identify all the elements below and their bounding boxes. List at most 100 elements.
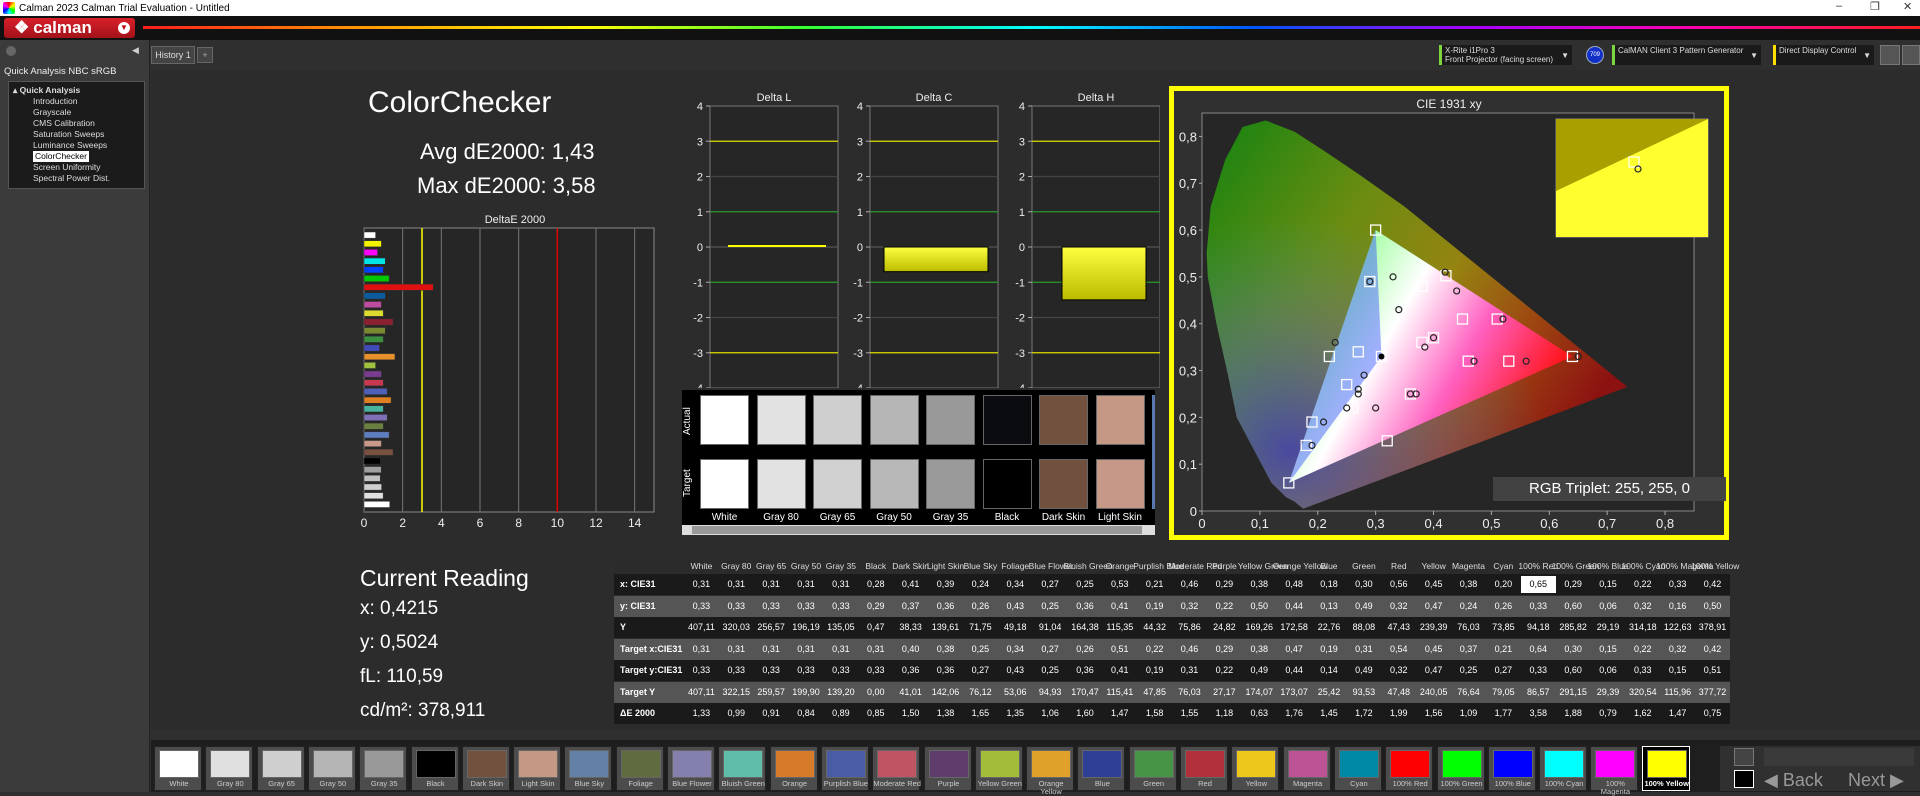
target-swatch bbox=[982, 459, 1032, 509]
table-cell: 86,57 bbox=[1526, 686, 1550, 697]
table-cell: 0,26 bbox=[1076, 643, 1094, 654]
footer-swatch-light-skin[interactable]: Light Skin bbox=[513, 746, 562, 791]
chart-title: DeltaE 2000 bbox=[485, 214, 546, 226]
table-cell: 1,09 bbox=[1459, 708, 1478, 718]
footer-swatch-foliage[interactable]: Foliage bbox=[615, 746, 664, 791]
footer-swatch-blue[interactable]: Blue bbox=[1077, 746, 1126, 791]
table-cell: 1,77 bbox=[1494, 708, 1513, 718]
tree-item[interactable]: Grayscale bbox=[9, 107, 144, 118]
footer-swatch-yellow[interactable]: Yellow bbox=[1231, 746, 1280, 791]
tree-item-label: Luminance Sweeps bbox=[33, 140, 108, 150]
tree-item[interactable]: Introduction bbox=[9, 96, 144, 107]
tree-items: Introduction Grayscale CMS Calibration Satu… bbox=[9, 96, 144, 183]
x-tick-label: 10 bbox=[551, 516, 565, 530]
table-cell: 407,11 bbox=[688, 622, 715, 632]
generator-selector[interactable]: CalMAN Client 3 Pattern Generator ▼ bbox=[1612, 45, 1761, 65]
record-icon[interactable] bbox=[1734, 770, 1754, 788]
footer-swatch-purplish-blue[interactable]: Purplish Blue bbox=[820, 746, 869, 791]
footer-swatch-gray-35[interactable]: Gray 35 bbox=[359, 746, 408, 791]
table-cell: 41,01 bbox=[899, 686, 922, 697]
tree-section[interactable]: ▴ Quick Analysis bbox=[9, 85, 144, 96]
row-label: Target Y bbox=[620, 686, 656, 697]
tree-item[interactable]: Screen Uniformity bbox=[9, 162, 144, 173]
table-cell: 0,00 bbox=[866, 686, 885, 697]
table-cell: 0,33 bbox=[727, 665, 746, 675]
tree-item[interactable]: CMS Calibration bbox=[9, 118, 144, 129]
table-cell: 29,19 bbox=[1596, 622, 1620, 632]
table-cell: 1,88 bbox=[1564, 708, 1582, 718]
footer-swatch-color bbox=[1338, 750, 1379, 778]
maximize-button[interactable]: ❐ bbox=[1870, 0, 1880, 13]
footer-swatch-white[interactable]: White bbox=[154, 746, 202, 791]
table-cell: 0,33 bbox=[1634, 665, 1652, 675]
pin-icon[interactable] bbox=[6, 46, 16, 56]
scrollbar-h[interactable] bbox=[682, 525, 1155, 535]
chevron-down-icon[interactable]: ▼ bbox=[118, 22, 130, 34]
footer-swatch-yellow-green[interactable]: Yellow Green bbox=[974, 746, 1023, 791]
footer-swatch-color bbox=[1646, 750, 1687, 778]
stop-icon[interactable] bbox=[1734, 748, 1754, 766]
minimize-button[interactable]: – bbox=[1836, 0, 1842, 12]
table-cell: 0,31 bbox=[797, 643, 815, 654]
footer-swatch-moderate-red[interactable]: Moderate Red bbox=[872, 746, 921, 791]
deltae-bar bbox=[363, 440, 382, 447]
footer-swatch-100-yellow[interactable]: 100% Yellow bbox=[1641, 746, 1690, 791]
tab-history-1[interactable]: History 1 bbox=[151, 46, 195, 64]
footer-swatch-100-blue[interactable]: 100% Blue bbox=[1487, 746, 1536, 791]
play-icon[interactable] bbox=[1902, 45, 1920, 65]
table-cell: 0,41 bbox=[901, 579, 920, 589]
tree-item[interactable]: Luminance Sweeps bbox=[9, 140, 144, 151]
table-cell: 0,43 bbox=[1006, 665, 1024, 675]
deltae-bar bbox=[363, 301, 382, 308]
footer-swatch-green[interactable]: Green bbox=[1128, 746, 1177, 791]
scrollbar-thumb[interactable] bbox=[692, 526, 1142, 534]
footer-swatch-blue-flower[interactable]: Blue Flower bbox=[667, 746, 715, 791]
highlighted-cell: 0,65 bbox=[1520, 576, 1556, 593]
footer-swatch-gray-65[interactable]: Gray 65 bbox=[256, 746, 305, 791]
y-tick-label: -2 bbox=[1015, 313, 1025, 325]
footer-swatch-cyan[interactable]: Cyan bbox=[1333, 746, 1382, 791]
footer-swatch-purple[interactable]: Purple bbox=[923, 746, 972, 791]
tree-item[interactable]: Saturation Sweeps bbox=[9, 129, 144, 140]
brand-menu[interactable]: ❖ calman ▼ bbox=[4, 18, 135, 38]
tree-item[interactable]: ColorChecker bbox=[9, 151, 144, 162]
back-button[interactable]: ◀ Back bbox=[1764, 770, 1823, 791]
table-cell: 0,06 bbox=[1599, 665, 1617, 675]
close-button[interactable]: ✕ bbox=[1903, 0, 1912, 13]
footer-swatch-gray-50[interactable]: Gray 50 bbox=[307, 746, 356, 791]
footer-swatch-red[interactable]: Red bbox=[1180, 746, 1228, 791]
playback-controls[interactable] bbox=[1764, 748, 1914, 766]
footer-swatch-bluish-green[interactable]: Bluish Green bbox=[718, 746, 767, 791]
table-cell: 1,50 bbox=[901, 708, 920, 718]
table-cell: 22,76 bbox=[1317, 622, 1341, 632]
footer-swatch-label: Bluish Green bbox=[721, 779, 765, 788]
footer-swatch-black[interactable]: Black bbox=[410, 746, 459, 791]
footer-swatch-100-magenta[interactable]: 100% Magenta bbox=[1590, 746, 1639, 796]
footer-swatch-gray-80[interactable]: Gray 80 bbox=[205, 746, 254, 791]
display-selector[interactable]: Direct Display Control ▼ bbox=[1773, 45, 1874, 65]
footer-swatch-dark-skin[interactable]: Dark Skin bbox=[461, 746, 510, 791]
footer-swatch-100-green[interactable]: 100% Green bbox=[1436, 746, 1485, 791]
meter-selector[interactable]: X-Rite i1Pro 3 Front Projector (facing s… bbox=[1439, 45, 1572, 65]
table-cell: 0,32 bbox=[1389, 665, 1408, 675]
footer-swatch-color bbox=[825, 750, 866, 778]
collapse-icon[interactable]: ◀ bbox=[132, 45, 139, 56]
footer-swatch-blue-sky[interactable]: Blue Sky bbox=[564, 746, 613, 791]
next-button[interactable]: Next ▶ bbox=[1848, 770, 1904, 791]
footer-swatch-100-cyan[interactable]: 100% Cyan bbox=[1539, 746, 1588, 791]
footer-swatch-orange[interactable]: Orange bbox=[769, 746, 818, 791]
target-swatch bbox=[1095, 459, 1145, 509]
footer-swatch-100-red[interactable]: 100% Red bbox=[1385, 746, 1434, 791]
table-cell: 170,47 bbox=[1071, 686, 1099, 697]
rainbow-bar bbox=[143, 26, 1920, 29]
settings-icon[interactable] bbox=[1880, 45, 1900, 65]
actual-target-swatches: Actual Target White Gray 80 Gray 65 Gray 50 Gr… bbox=[682, 390, 1155, 535]
y-tick-label: 2 bbox=[857, 172, 863, 184]
table-cell: 71,75 bbox=[969, 622, 992, 632]
footer-swatch-magenta[interactable]: Magenta bbox=[1282, 746, 1331, 791]
footer-swatch-orange-yellow[interactable]: Orange Yellow bbox=[1026, 746, 1075, 796]
tree-item[interactable]: Spectral Power Dist. bbox=[9, 173, 144, 184]
y-tick-label: 0,2 bbox=[1179, 410, 1197, 425]
standard-badge[interactable]: 709 bbox=[1586, 46, 1604, 64]
add-tab-button[interactable]: + bbox=[197, 47, 213, 63]
